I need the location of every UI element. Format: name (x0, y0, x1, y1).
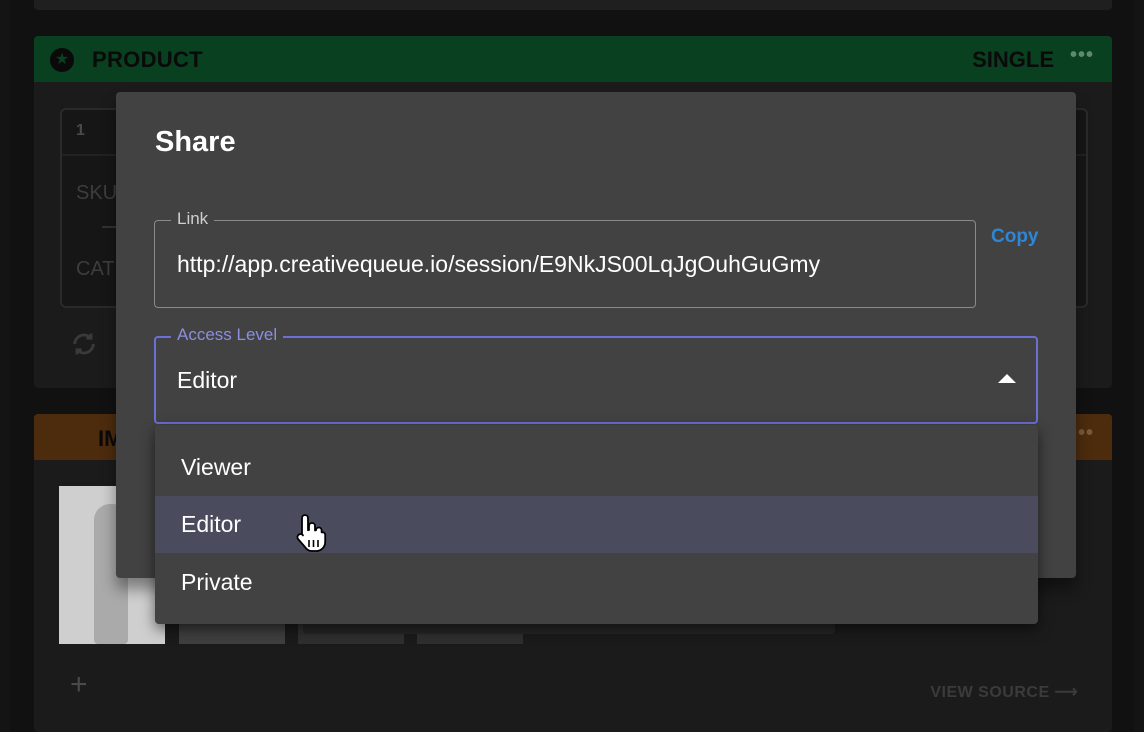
add-image-icon[interactable]: + (70, 668, 88, 702)
copy-button[interactable]: Copy (991, 226, 1039, 248)
link-field[interactable]: Link http://app.creativequeue.io/session… (154, 209, 976, 308)
menu-item-label: Editor (181, 511, 242, 537)
access-level-value: Editor (177, 367, 238, 393)
menu-item-label: Viewer (181, 454, 251, 480)
caret-up-icon[interactable] (998, 374, 1016, 383)
link-field-label: Link (171, 209, 215, 229)
access-level-select[interactable]: Access Level Editor (154, 325, 1038, 424)
menu-item-label: Private (181, 569, 253, 595)
variant-number: 1 (76, 122, 85, 139)
product-card-header: ★ PRODUCT SINGLE ••• (34, 36, 1112, 82)
top-card (34, 0, 1112, 10)
link-url-value[interactable]: http://app.creativequeue.io/session/E9Nk… (177, 251, 820, 278)
refresh-icon[interactable] (70, 330, 96, 356)
star-icon: ★ (50, 48, 74, 72)
menu-item-editor[interactable]: Editor (155, 496, 1038, 553)
access-level-menu: Viewer Editor Private (155, 425, 1038, 624)
sku-field-label: SKU (76, 182, 118, 204)
menu-item-private[interactable]: Private (155, 554, 1038, 611)
access-level-label: Access Level (171, 325, 284, 345)
category-field-label: CAT (76, 258, 115, 280)
view-source-link[interactable]: VIEW SOURCE ⟶ (930, 682, 1078, 702)
more-options-icon[interactable]: ••• (1070, 44, 1094, 67)
dialog-title: Share (155, 126, 236, 158)
product-type-label: SINGLE (972, 47, 1054, 72)
product-card-title: PRODUCT (92, 47, 203, 72)
hand-pointer-icon (294, 512, 330, 559)
menu-item-viewer[interactable]: Viewer (155, 439, 1038, 496)
